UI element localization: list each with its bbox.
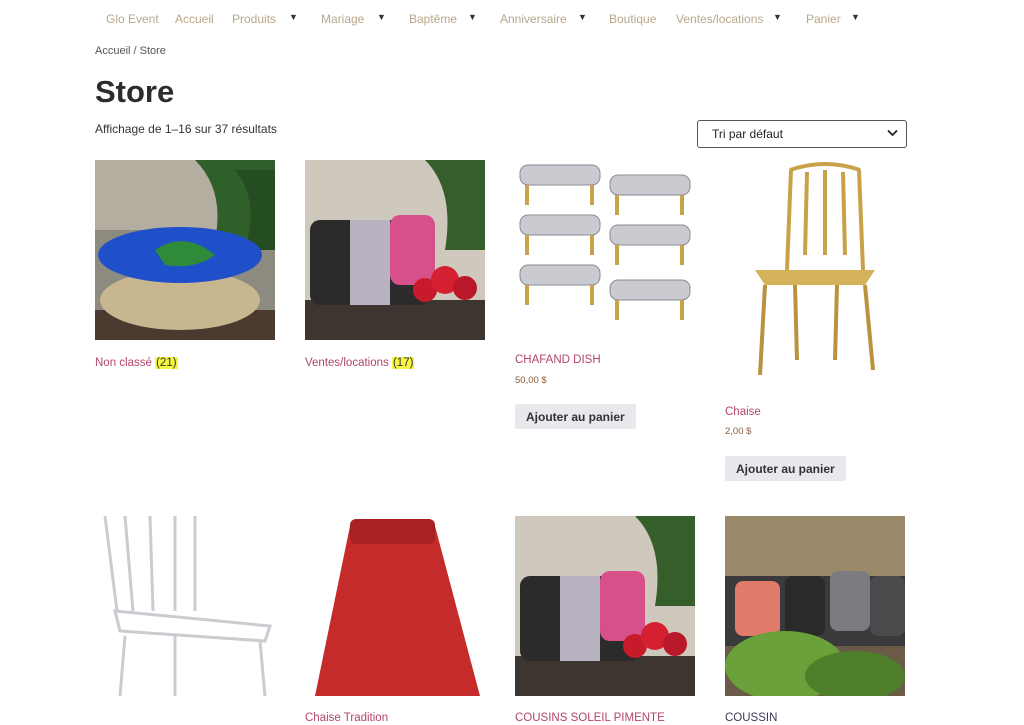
chevron-down-icon [887, 129, 898, 137]
category-image-ventes-locations[interactable] [305, 160, 485, 340]
product-image-clear-chair[interactable] [95, 516, 275, 696]
product-price: 50,00 $ [515, 375, 547, 386]
ventes-dropdown-icon[interactable]: ▼ [773, 12, 782, 22]
nav-item-ventes-locations[interactable]: Ventes/locations [676, 12, 763, 26]
result-count: Affichage de 1–16 sur 37 résultats [95, 122, 277, 136]
category-title-ventes-locations[interactable]: Ventes/locations (17) [305, 357, 415, 369]
product-title-chafand-dish[interactable]: CHAFAND DISH [515, 354, 601, 366]
category-name: Ventes/locations [305, 357, 389, 369]
category-image-non-classe[interactable] [95, 160, 275, 340]
category-count: (21) [155, 357, 178, 369]
produits-dropdown-icon[interactable]: ▼ [289, 12, 298, 22]
nav-item-mariage[interactable]: Mariage [321, 12, 364, 26]
product-image-chafand-dish[interactable] [515, 160, 695, 340]
product-price: 2,00 $ [725, 426, 752, 437]
nav-item-produits[interactable]: Produits [232, 12, 276, 26]
product-image-cousins-soleil-pimente[interactable] [515, 516, 695, 696]
category-name: Non classé [95, 357, 152, 369]
mariage-dropdown-icon[interactable]: ▼ [377, 12, 386, 22]
sort-selected-value: Tri par défaut [712, 127, 783, 141]
product-image-chaise-tradition[interactable] [305, 516, 485, 696]
nav-item-boutique[interactable]: Boutique [609, 12, 656, 26]
page-title: Store [95, 74, 175, 109]
anniversaire-dropdown-icon[interactable]: ▼ [578, 12, 587, 22]
nav-item-glo-event[interactable]: Glo Event [106, 12, 159, 26]
nav-item-accueil[interactable]: Accueil [175, 12, 214, 26]
category-count: (17) [391, 357, 415, 369]
product-title-chaise-tradition[interactable]: Chaise Tradition [305, 712, 388, 724]
breadcrumb[interactable]: Accueil / Store [95, 45, 166, 57]
main-navigation: Glo Event Accueil Produits ▼ Mariage ▼ B… [0, 0, 1024, 38]
product-image-chaise[interactable] [725, 160, 905, 392]
product-title-cousins-soleil-pimente[interactable]: COUSINS SOLEIL PIMENTE [515, 712, 665, 724]
nav-item-bapteme[interactable]: Baptême [409, 12, 457, 26]
add-to-cart-button[interactable]: Ajouter au panier [725, 456, 846, 481]
add-to-cart-button[interactable]: Ajouter au panier [515, 404, 636, 429]
nav-item-panier[interactable]: Panier [806, 12, 841, 26]
sort-select[interactable]: Tri par défaut [697, 120, 907, 148]
category-title-non-classe[interactable]: Non classé (21) [95, 357, 178, 369]
bapteme-dropdown-icon[interactable]: ▼ [468, 12, 477, 22]
product-title-chaise[interactable]: Chaise [725, 406, 761, 418]
panier-dropdown-icon[interactable]: ▼ [851, 12, 860, 22]
product-title-coussin[interactable]: COUSSIN [725, 712, 777, 724]
product-image-coussin[interactable] [725, 516, 905, 696]
nav-item-anniversaire[interactable]: Anniversaire [500, 12, 567, 26]
